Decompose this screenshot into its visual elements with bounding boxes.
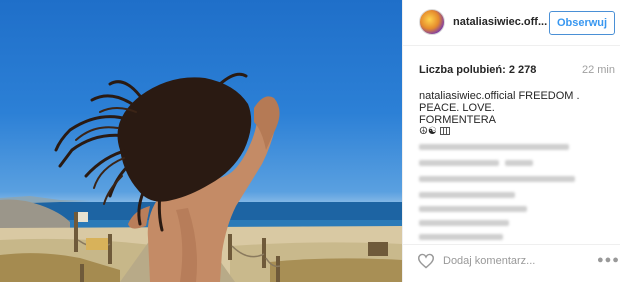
- fence-post: [108, 234, 112, 264]
- comment-line: [419, 176, 575, 182]
- likes-row: Liczba polubień: 2 278 22 min: [419, 64, 615, 78]
- avatar[interactable]: [419, 9, 445, 35]
- comment-line: [419, 144, 569, 150]
- flag-emoji-icon: [439, 127, 450, 136]
- beach-scene-image: [0, 72, 402, 282]
- fence-post: [262, 238, 266, 268]
- likes-count[interactable]: Liczba polubień: 2 278: [419, 64, 536, 76]
- comment-line: [419, 220, 509, 226]
- sign: [368, 242, 388, 256]
- heart-icon[interactable]: [417, 253, 435, 269]
- post-footer: ●●●: [403, 244, 620, 282]
- fence-post: [74, 212, 78, 252]
- comment-line: [419, 234, 503, 240]
- caption-emoji: ☮☯: [419, 126, 450, 137]
- comment-line: [419, 160, 499, 166]
- post-side-panel: nataliasiwiec.off... Obserwuj Liczba pol…: [402, 0, 620, 282]
- caption-text-line1: FREEDOM .: [515, 90, 580, 102]
- sign: [86, 238, 108, 250]
- post-photo[interactable]: [0, 0, 402, 282]
- caption-text-line3: FORMENTERA: [419, 114, 496, 126]
- post-time[interactable]: 22 min: [582, 64, 615, 76]
- username-link[interactable]: nataliasiwiec.off...: [453, 16, 547, 28]
- follow-button[interactable]: Obserwuj: [549, 11, 615, 35]
- comment-line: [505, 160, 533, 166]
- post-header: nataliasiwiec.off... Obserwuj: [403, 0, 620, 46]
- comment-line: [419, 192, 515, 198]
- peace-yin-yang-emoji: ☮☯: [419, 126, 437, 137]
- fence-post: [80, 264, 84, 282]
- post-caption: nataliasiwiec.official FREEDOM . PEACE. …: [419, 90, 607, 126]
- comment-line: [419, 206, 527, 212]
- caption-author-link[interactable]: nataliasiwiec.official: [419, 90, 515, 102]
- caption-text-line2: PEACE. LOVE.: [419, 102, 495, 114]
- more-options-icon[interactable]: ●●●: [597, 254, 619, 266]
- fence-post: [228, 234, 232, 260]
- dry-grass-right: [270, 258, 402, 282]
- comment-input[interactable]: [443, 252, 583, 270]
- blurred-comments: [419, 142, 609, 242]
- sign: [78, 212, 88, 222]
- fence-post: [276, 256, 280, 282]
